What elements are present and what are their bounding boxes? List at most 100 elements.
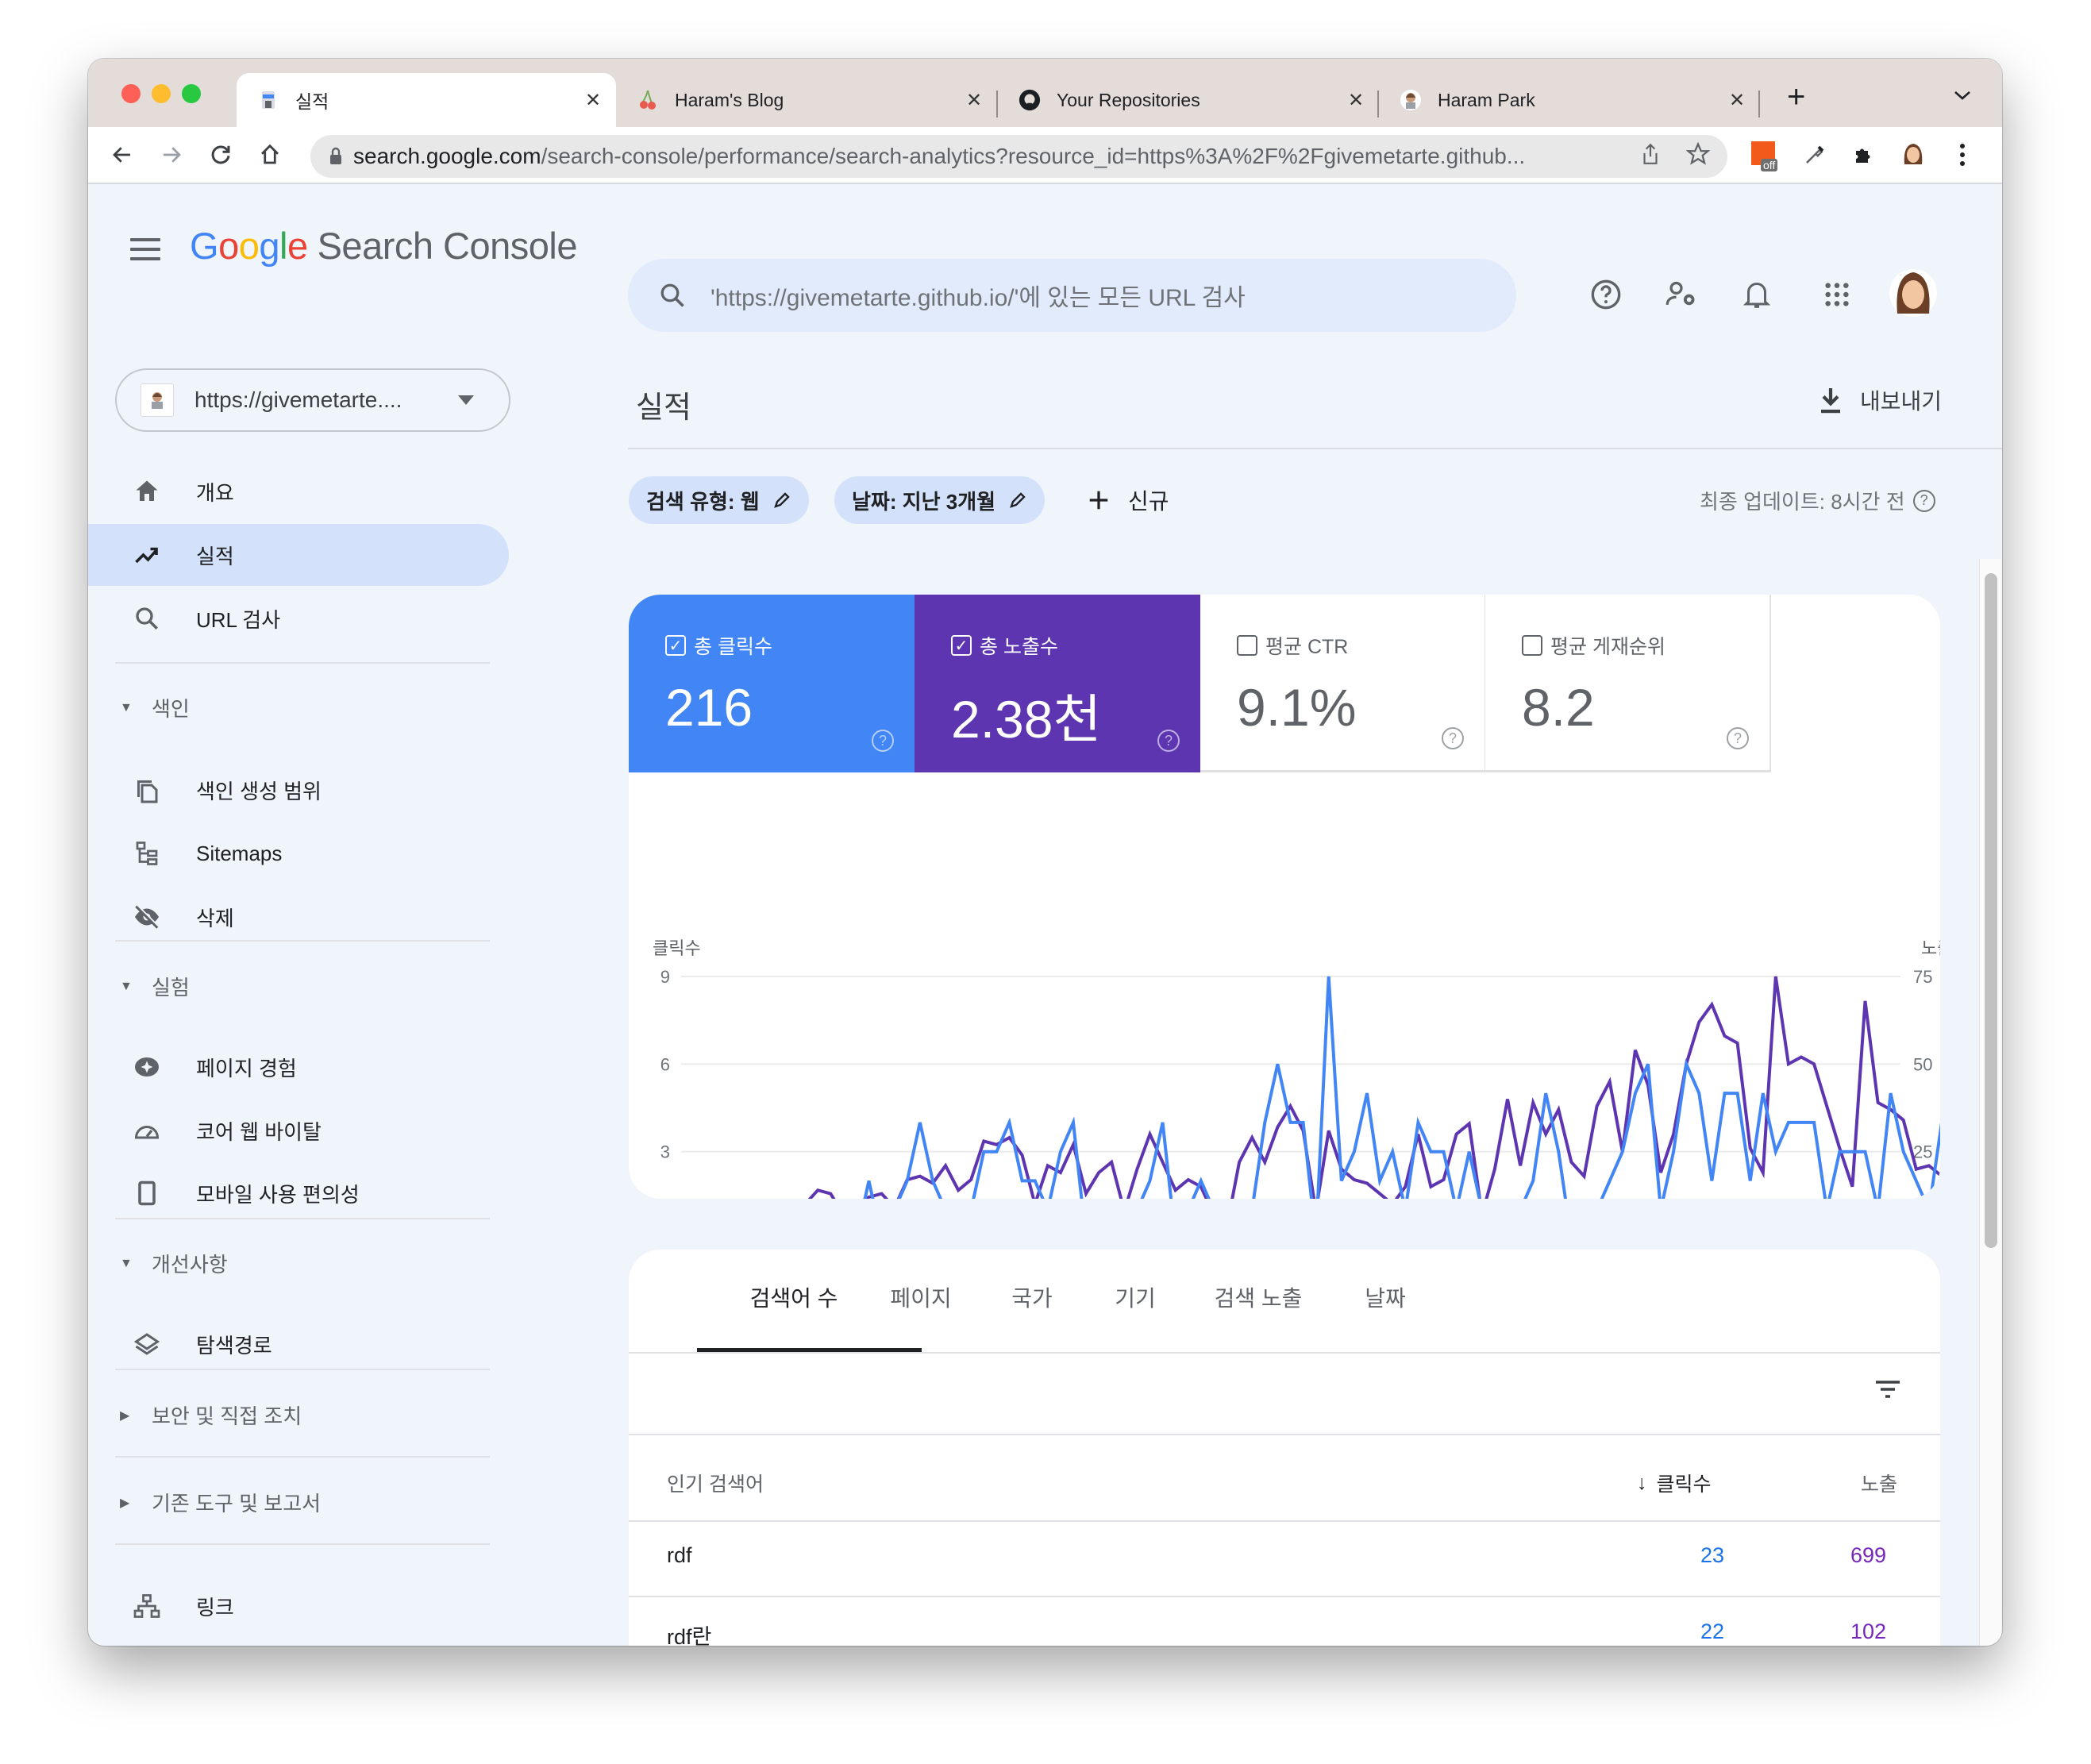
extensions-puzzle-icon[interactable]: [1846, 137, 1882, 173]
filter-chip-search-type[interactable]: 검색 유형: 웹: [629, 476, 809, 524]
apps-grid-icon: [1825, 283, 1849, 306]
sidebar-item-label: 모바일 사용 편의성: [196, 1182, 360, 1207]
address-bar[interactable]: search.google.com/search-console/perform…: [310, 135, 1727, 178]
cherry-icon: [637, 89, 659, 111]
forward-button[interactable]: [153, 137, 190, 173]
download-icon: [1821, 388, 1840, 414]
property-selector[interactable]: https://givemetarte....: [115, 368, 510, 432]
arrow-right-icon: [164, 147, 181, 163]
eyedropper-extension-icon[interactable]: [1796, 137, 1833, 173]
scrollbar-thumb[interactable]: [1985, 573, 1997, 1248]
google-apps-button[interactable]: [1816, 273, 1858, 316]
sidebar-item-mobile[interactable]: 모바일 사용 편의성: [88, 1162, 509, 1224]
sidebar-item-sitemap[interactable]: Sitemaps: [88, 822, 509, 884]
close-tab-icon[interactable]: ✕: [962, 89, 986, 112]
close-tab-icon[interactable]: ✕: [581, 89, 605, 112]
page-title: 실적: [636, 391, 691, 425]
close-tab-icon[interactable]: ✕: [1725, 89, 1749, 112]
column-header-query[interactable]: 인기 검색어: [667, 1469, 764, 1497]
sidebar-item-file-copy[interactable]: 색인 생성 범위: [88, 759, 509, 821]
sidebar-item-home[interactable]: 개요: [88, 460, 509, 522]
table-row[interactable]: rdf란 22 102: [629, 1620, 1940, 1646]
browser-tab-active[interactable]: 실적 ✕: [237, 73, 616, 127]
lock-icon: [330, 147, 341, 164]
close-tab-icon[interactable]: ✕: [1344, 89, 1368, 112]
profile-avatar[interactable]: [1895, 137, 1931, 173]
property-avatar-icon: [141, 383, 174, 417]
extension-badge: off: [1761, 159, 1778, 171]
sidebar-item-page-experience[interactable]: 페이지 경험: [88, 1036, 509, 1098]
sidebar-item-visibility-off[interactable]: 삭제: [88, 886, 509, 948]
last-updated-text: 최종 업데이트: 8시간 전: [1700, 490, 1905, 514]
page-scrollbar[interactable]: [1979, 559, 2001, 1646]
links-icon: [129, 1589, 164, 1623]
account-avatar[interactable]: [1887, 267, 1939, 319]
home-button[interactable]: [252, 137, 288, 173]
column-header-clicks[interactable]: ↓ 클릭수: [1637, 1469, 1712, 1497]
sidebar-item-settings[interactable]: 설정: [88, 1639, 509, 1646]
dropdown-arrow-icon: [458, 395, 474, 405]
performance-chart: 클릭수노출0032565097521. 9. 26.21. 10. 9.21. …: [653, 938, 1940, 1199]
page-experience-icon: [129, 1050, 164, 1084]
browser-tab[interactable]: Haram Park ✕: [1379, 73, 1760, 127]
maximize-window-button[interactable]: [182, 84, 201, 103]
manage-users-button[interactable]: [1660, 273, 1703, 316]
export-button[interactable]: 내보내기: [1819, 384, 1942, 416]
new-tab-button[interactable]: +: [1787, 81, 1805, 113]
main-menu-button[interactable]: [130, 238, 160, 267]
logo-letter: g: [259, 225, 279, 267]
sidebar-item-speed[interactable]: 코어 웹 바이탈: [88, 1100, 509, 1161]
expand-less-icon: ▼: [120, 700, 133, 714]
expand-more-icon: ▶: [120, 1408, 130, 1423]
sidebar-section-header[interactable]: ▼ 색인: [120, 693, 190, 722]
column-header-impressions[interactable]: 노출: [1861, 1469, 1897, 1497]
sidebar-item-label: 코어 웹 바이탈: [196, 1119, 322, 1144]
add-filter-button[interactable]: 신규: [1087, 476, 1169, 524]
tab-5[interactable]: 날짜: [1274, 1281, 1496, 1313]
tab-list-button[interactable]: [1954, 84, 1971, 106]
help-icon[interactable]: ?: [1912, 489, 1935, 512]
reload-button[interactable]: [202, 137, 239, 173]
url-inspection-search[interactable]: 'https://givemetarte.github.io/'에 있는 모든 …: [628, 259, 1516, 332]
browser-tab[interactable]: Haram's Blog ✕: [616, 73, 997, 127]
extension-icon[interactable]: off: [1751, 141, 1783, 176]
help-button[interactable]: [1585, 273, 1627, 316]
help-icon: [1591, 279, 1621, 310]
notifications-button[interactable]: [1735, 273, 1778, 316]
reload-icon: [211, 145, 230, 164]
sidebar-item-label: 개요: [196, 480, 234, 505]
google-search-console-logo[interactable]: Google Search Console: [190, 224, 578, 268]
sidebar-item-links[interactable]: 링크: [88, 1575, 509, 1637]
sidebar-item-label: Sitemaps: [196, 841, 283, 865]
filter-rows-button[interactable]: [1873, 1378, 1902, 1404]
sidebar-section-header[interactable]: ▶ 기존 도구 및 보고서: [120, 1488, 321, 1517]
sidebar-item-label: URL 검사: [196, 607, 281, 632]
section-label: 색인: [152, 697, 190, 721]
tab-title: Haram's Blog: [675, 89, 784, 110]
browser-tab[interactable]: Your Repositories ✕: [998, 73, 1379, 127]
search-icon: [129, 601, 164, 636]
sidebar-item-trending-up[interactable]: 실적: [88, 524, 509, 586]
logo-letter: o: [238, 225, 260, 267]
sidebar-section-header[interactable]: ▼ 개선사항: [120, 1249, 228, 1278]
search-console-app: Google Search Console 'https://givemetart…: [88, 184, 2002, 1646]
sidebar-section-header[interactable]: ▼ 실험: [120, 972, 190, 1001]
sidebar-item-search[interactable]: URL 검사: [88, 587, 509, 649]
search-icon: [660, 283, 684, 307]
filter-chip-date[interactable]: 날짜: 지난 3개월: [834, 476, 1046, 524]
visibility-off-icon: [129, 899, 164, 934]
browser-menu-icon[interactable]: [1944, 137, 1981, 173]
y-tick-right: 50: [1913, 1054, 1932, 1074]
sidebar-section-header[interactable]: ▶ 보안 및 직접 조치: [120, 1400, 302, 1430]
back-button[interactable]: [104, 137, 141, 173]
y-tick-right: 25: [1913, 1142, 1932, 1162]
logo-letter: o: [218, 225, 239, 267]
table-row[interactable]: rdf 23 699: [629, 1543, 1940, 1620]
share-icon[interactable]: [1640, 142, 1661, 171]
minimize-window-button[interactable]: [152, 84, 171, 103]
y-axis-right-title: 노출: [1921, 938, 1940, 958]
sidebar-item-layers[interactable]: 탐색경로: [88, 1313, 509, 1375]
tab-strip: 실적 ✕ Haram's Blog ✕ Your Repositories ✕ …: [88, 59, 2002, 127]
bookmark-star-icon[interactable]: [1685, 141, 1711, 171]
close-window-button[interactable]: [121, 84, 141, 103]
